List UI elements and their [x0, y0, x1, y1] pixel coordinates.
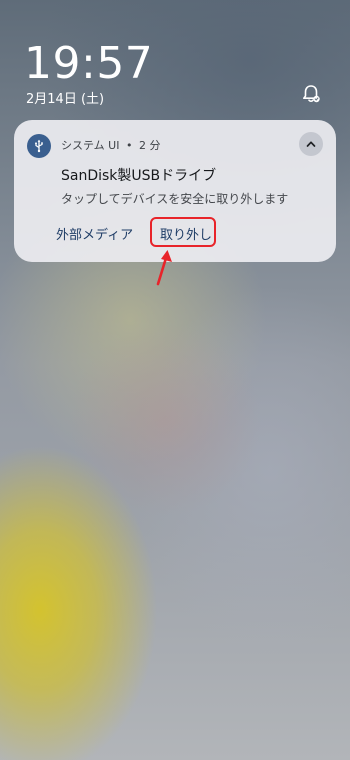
clock-date: 2月14日 (土)	[26, 92, 105, 107]
notifications-off-icon[interactable]	[300, 83, 322, 105]
notification-title: SanDisk製USBドライブ	[61, 168, 217, 184]
clock-time: 19:57	[24, 38, 154, 89]
highlight-box	[150, 217, 216, 247]
app-name: システム UI	[61, 139, 120, 152]
red-arrow-annotation	[156, 250, 172, 286]
notification-age: 2 分	[138, 139, 161, 152]
notification-header: システム UI • 2 分	[61, 137, 160, 153]
usb-icon	[27, 134, 51, 158]
chevron-up-icon[interactable]	[299, 132, 323, 156]
header-separator: •	[125, 139, 133, 152]
notification-body: タップしてデバイスを安全に取り外します	[61, 192, 289, 206]
external-media-button[interactable]: 外部メディア	[56, 224, 133, 243]
